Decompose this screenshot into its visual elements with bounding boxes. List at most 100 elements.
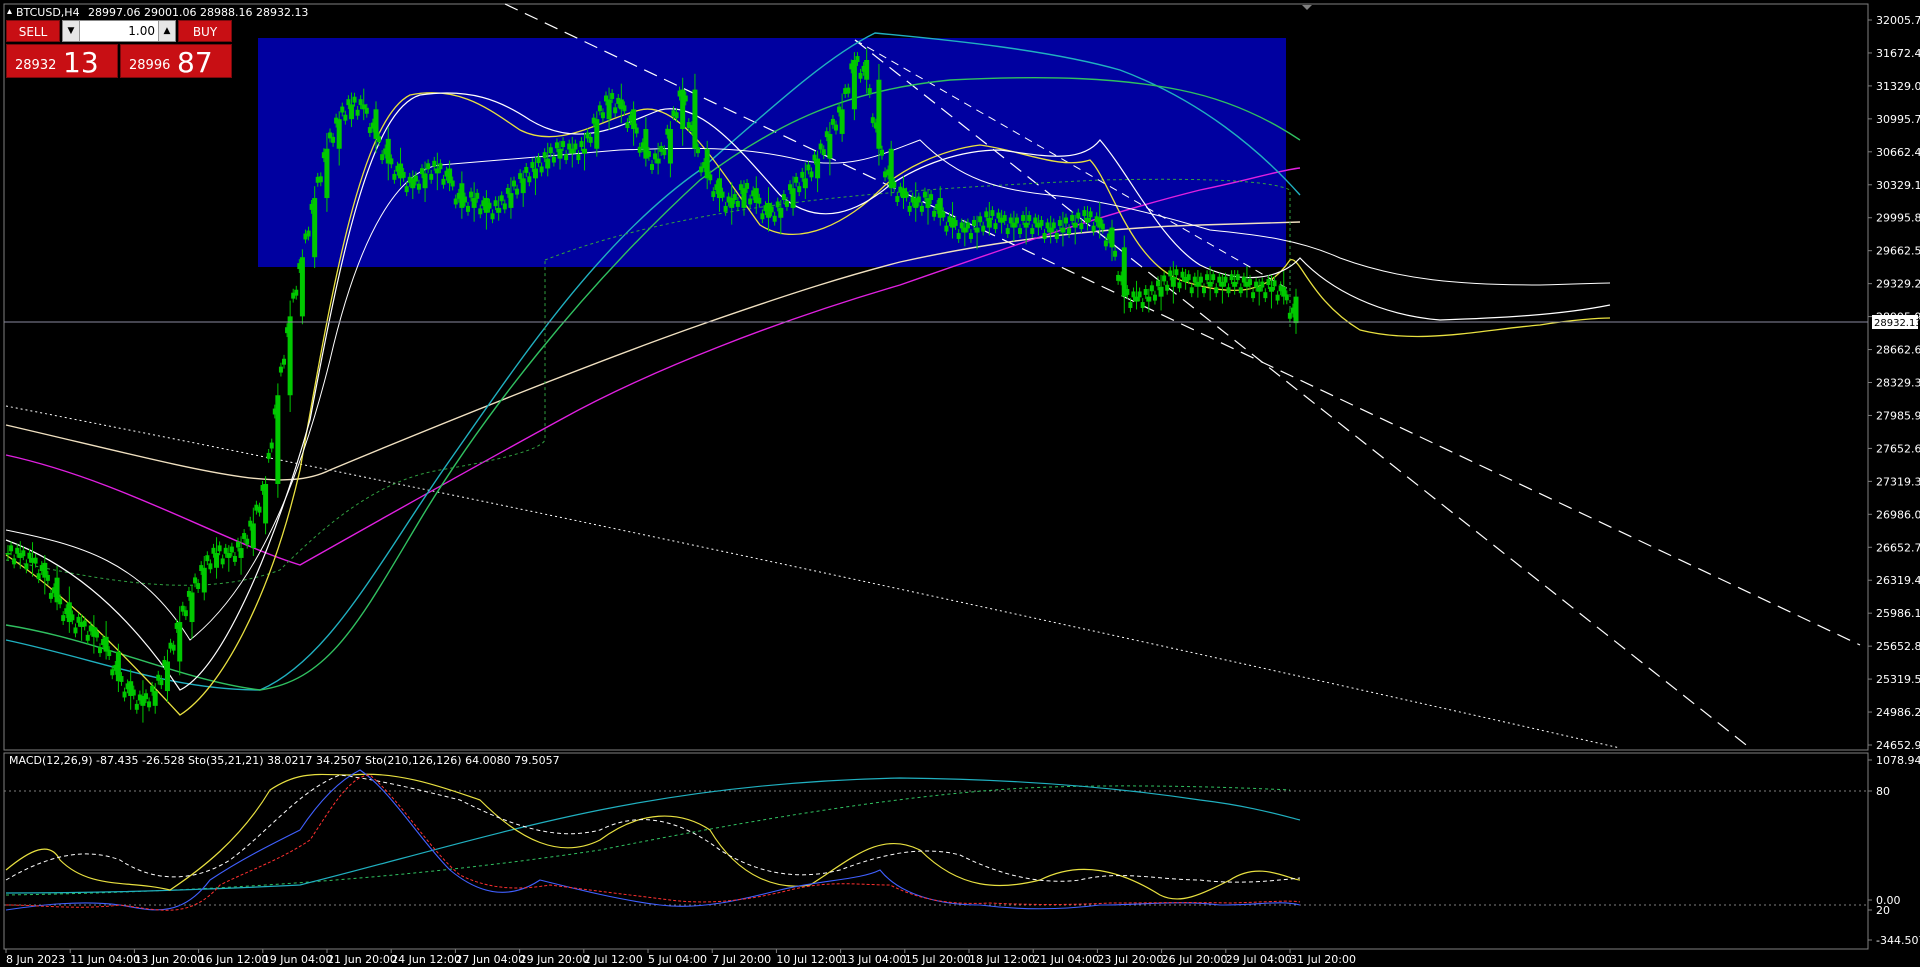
lot-size-input[interactable]: ▼ 1.00 ▲ [62,20,176,42]
candle-body [932,210,937,217]
candle-body [532,168,538,179]
sell-button[interactable]: SELL [6,20,60,42]
buy-price-box[interactable]: 28996 87 [120,44,232,79]
indicator-axis[interactable]: 1078.946800.0020-344.507 [1868,754,1920,947]
candle-body [536,157,541,164]
candle-body [389,158,394,165]
candle-body [760,213,765,220]
time-tick-label: 29 Jun 20:00 [520,953,590,966]
candle-body [990,210,995,217]
candle-body [229,546,234,553]
time-tick-label: 11 Jun 04:00 [70,953,140,966]
candle-body [48,592,53,599]
candle-body [9,545,14,552]
candle-body [1146,296,1152,302]
candle-body [275,395,281,484]
candle-body [94,631,99,638]
candle-body [1033,217,1038,224]
candle-body [220,558,225,565]
candle-body [299,257,305,317]
time-axis[interactable]: 8 Jun 2023 11 Jun 04:0013 Jun 20:0016 Jun… [5,949,1356,966]
time-tick-label: 15 Jul 20:00 [905,953,971,966]
candle-body [876,79,882,149]
candle-body [1091,225,1096,232]
price-tick-label: 31672.40 [1876,47,1920,60]
price-tick-label: 27652.60 [1876,442,1920,455]
candle-body [159,679,164,686]
candle-body [134,703,139,710]
candle-body [569,148,575,154]
candle-body [708,174,713,181]
candle-body [1072,222,1078,228]
candle-body [1217,276,1222,283]
candle-body [1140,302,1145,308]
candle-body [432,160,437,167]
price-axis[interactable]: 32005.70 31672.40 31329.00 30995.70 30662.40… [1868,14,1920,752]
candle-body [996,212,1001,219]
sell-price-main: 28932 [15,58,57,73]
candle-body [1057,219,1062,226]
candle-body [475,192,480,199]
candle-body [1152,294,1157,301]
candle-body [490,213,495,220]
candle-body [189,592,195,623]
candle-body [12,558,17,565]
indicator-tick-label: 1078.946 [1876,754,1920,767]
candle-body [152,691,158,706]
candle-body [392,173,397,180]
candle-body [1260,281,1265,288]
candle-body [208,563,213,570]
candle-body [1002,215,1007,221]
candle-body [720,191,725,198]
candle-body [944,225,949,232]
candle-body [21,550,26,557]
time-tick-label: 16 Jun 12:00 [199,953,269,966]
lot-size-value[interactable]: 1.00 [81,21,157,41]
candle-body [5,553,11,555]
candle-body [1084,217,1090,223]
candle-body [986,217,992,228]
candle-body [548,147,553,154]
candle-body [1284,294,1289,301]
candle-body [650,164,654,170]
candle-body [662,149,667,156]
candle-body [312,198,318,258]
price-tick-label: 27985.90 [1876,409,1920,422]
candle-body [336,119,342,149]
time-tick-label: 27 Jun 04:00 [455,953,525,966]
buy-button[interactable]: BUY [178,20,232,42]
candle-body [496,207,502,213]
time-tick-label: 10 Jul 12:00 [776,953,842,966]
candle-body [542,152,547,159]
candle-body [1088,211,1093,218]
candle-body [1149,285,1154,292]
candle-body [655,158,661,164]
candle-body [692,89,698,149]
candle-body [880,149,884,156]
candle-body [772,215,777,222]
candle-body [193,577,198,584]
candle-body [839,109,845,134]
lot-decrease-icon[interactable]: ▼ [63,21,80,41]
candle-body [493,200,498,207]
candle-body [1131,291,1136,298]
candle-body [1198,276,1203,283]
chart-canvas[interactable]: 32005.70 31672.40 31329.00 30995.70 30662.40… [0,0,1920,967]
price-tick-label: 27319.30 [1876,475,1920,488]
candle-body [416,183,421,190]
candle-body [1079,223,1084,230]
candle-body [85,634,90,641]
candle-body [1232,281,1238,287]
candle-body [735,201,740,207]
candle-body [646,150,651,157]
candle-body [597,105,602,112]
sell-price-box[interactable]: 28932 13 [6,44,118,79]
candle-body [1042,233,1047,239]
candle-body [1048,227,1054,233]
candle-body [696,147,700,154]
price-tick-label: 26319.40 [1876,574,1920,587]
price-tick-label: 26652.70 [1876,541,1920,554]
lot-increase-icon[interactable]: ▲ [158,21,175,41]
time-tick-label: 7 Jul 20:00 [712,953,771,966]
candle-body [972,219,976,226]
